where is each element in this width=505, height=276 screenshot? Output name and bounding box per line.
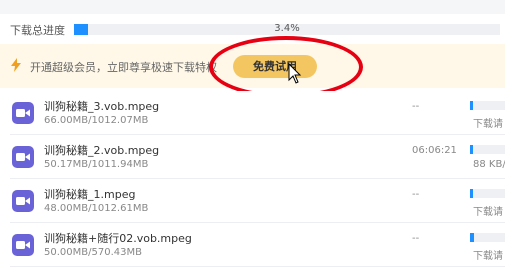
file-name: 训狗秘籍+随行02.vob.mpeg	[44, 232, 192, 245]
overall-progress: 下载总进度 3.4%	[0, 14, 505, 44]
file-status: 下载请	[473, 251, 503, 262]
file-progress-fill	[470, 145, 473, 154]
file-status: 88 KB/	[473, 159, 505, 170]
overall-progress-percent: 3.4%	[274, 23, 300, 34]
lightning-icon	[11, 58, 21, 72]
file-progress-bar	[470, 189, 505, 198]
file-progress-fill	[470, 101, 473, 110]
file-name: 训狗秘籍_1.mpeg	[44, 188, 136, 201]
overall-progress-bar: 3.4%	[74, 23, 500, 35]
file-size: 50.17MB/1011.94MB	[44, 159, 149, 170]
file-progress-fill	[470, 189, 473, 198]
file-size: 66.00MB/1012.07MB	[44, 115, 149, 126]
overall-progress-label: 下载总进度	[10, 24, 65, 37]
free-trial-button[interactable]: 免费试用	[233, 55, 317, 78]
file-row[interactable]: 训狗秘籍_1.mpeg 48.00MB/1012.61MB -- 下载请	[0, 179, 505, 223]
file-row[interactable]: 训狗秘籍_3.vob.mpeg 66.00MB/1012.07MB -- 下载请	[0, 91, 505, 135]
file-status: 下载请	[473, 119, 503, 130]
file-name: 训狗秘籍_2.vob.mpeg	[44, 144, 160, 157]
file-remaining-time: 06:06:21	[412, 145, 457, 156]
video-file-icon	[12, 146, 34, 168]
file-remaining-time: --	[412, 101, 420, 112]
promo-text: 开通超级会员，立即尊享极速下载特权	[30, 61, 217, 74]
vip-promo-banner: 开通超级会员，立即尊享极速下载特权 免费试用	[0, 44, 505, 88]
file-name: 训狗秘籍_3.vob.mpeg	[44, 100, 160, 113]
mouse-pointer-icon	[288, 63, 302, 84]
file-size: 50.00MB/570.43MB	[44, 247, 142, 258]
file-progress-fill	[470, 233, 474, 242]
video-file-icon	[12, 234, 34, 256]
file-row[interactable]: 训狗秘籍_2.vob.mpeg 50.17MB/1011.94MB 06:06:…	[0, 135, 505, 179]
file-remaining-time: --	[412, 233, 420, 244]
file-row[interactable]: 训狗秘籍+随行02.vob.mpeg 50.00MB/570.43MB -- 下…	[0, 223, 505, 267]
file-status: 下载请	[473, 207, 503, 218]
file-progress-bar	[470, 233, 505, 242]
video-file-icon	[12, 190, 34, 212]
video-file-icon	[12, 102, 34, 124]
top-strip	[0, 0, 505, 15]
divider	[10, 266, 505, 267]
file-size: 48.00MB/1012.61MB	[44, 203, 149, 214]
file-progress-bar	[470, 101, 505, 110]
file-progress-bar	[470, 145, 505, 154]
file-remaining-time: --	[412, 189, 420, 200]
